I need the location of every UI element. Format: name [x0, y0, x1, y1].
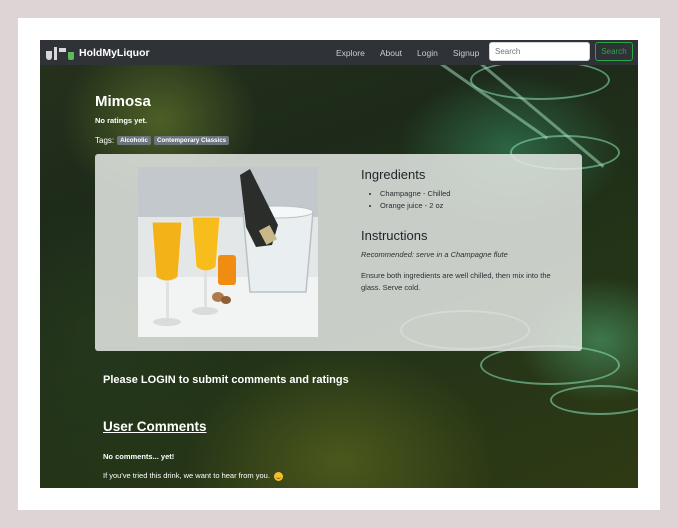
- tag-badge-alcoholic[interactable]: Alcoholic: [117, 136, 151, 145]
- tag-badge-contemporary-classics[interactable]: Contemporary Classics: [153, 136, 230, 145]
- instructions-text: Ensure both ingredients are well chilled…: [361, 271, 551, 292]
- mimosa-photo-illustration: [138, 167, 318, 337]
- nav-signup-link[interactable]: Signup: [453, 48, 479, 58]
- recommended-glass-note: Recommended: serve in a Champagne flute: [361, 250, 508, 259]
- ingredient-list: Champagne - Chilled Orange juice - 2 oz: [380, 188, 450, 212]
- drink-title: Mimosa: [95, 93, 151, 110]
- brand-logo[interactable]: HoldMyLiquor: [46, 46, 150, 60]
- background-glass-decoration: [470, 60, 610, 100]
- recipe-card: Ingredients Champagne - Chilled Orange j…: [95, 154, 582, 351]
- comment-invite-label: If you've tried this drink, we want to h…: [103, 471, 270, 480]
- brand-name: HoldMyLiquor: [79, 46, 150, 59]
- mimosa-photo: [138, 167, 318, 337]
- smiley-face-icon: [274, 471, 284, 481]
- nav-links: Explore About Login Signup: [336, 40, 494, 65]
- navbar: HoldMyLiquor Explore About Login Signup …: [40, 40, 638, 65]
- background-glass-decoration: [480, 345, 620, 385]
- ingredients-heading: Ingredients: [361, 167, 426, 182]
- ratings-status: No ratings yet.: [95, 116, 148, 125]
- search-input[interactable]: [489, 42, 590, 61]
- nav-explore-link[interactable]: Explore: [336, 48, 365, 58]
- instructions-heading: Instructions: [361, 228, 428, 243]
- ingredient-item: Orange juice - 2 oz: [380, 200, 450, 212]
- nav-login-link[interactable]: Login: [417, 48, 438, 58]
- login-prompt: Please LOGIN to submit comments and rati…: [103, 374, 349, 386]
- comment-invite-text: If you've tried this drink, we want to h…: [103, 471, 284, 481]
- user-comments-heading[interactable]: User Comments: [103, 419, 207, 434]
- background-glass-decoration: [550, 385, 638, 415]
- page-viewport: HoldMyLiquor Explore About Login Signup …: [40, 40, 638, 488]
- search-button[interactable]: Search: [595, 42, 633, 61]
- ingredient-item: Champagne - Chilled: [380, 188, 450, 200]
- cocktail-glasses-logo-icon: [46, 46, 74, 60]
- tags-row: Tags: Alcoholic Contemporary Classics: [95, 136, 232, 145]
- nav-about-link[interactable]: About: [380, 48, 402, 58]
- tags-label: Tags:: [95, 136, 115, 145]
- no-comments-message: No comments... yet!: [103, 452, 175, 461]
